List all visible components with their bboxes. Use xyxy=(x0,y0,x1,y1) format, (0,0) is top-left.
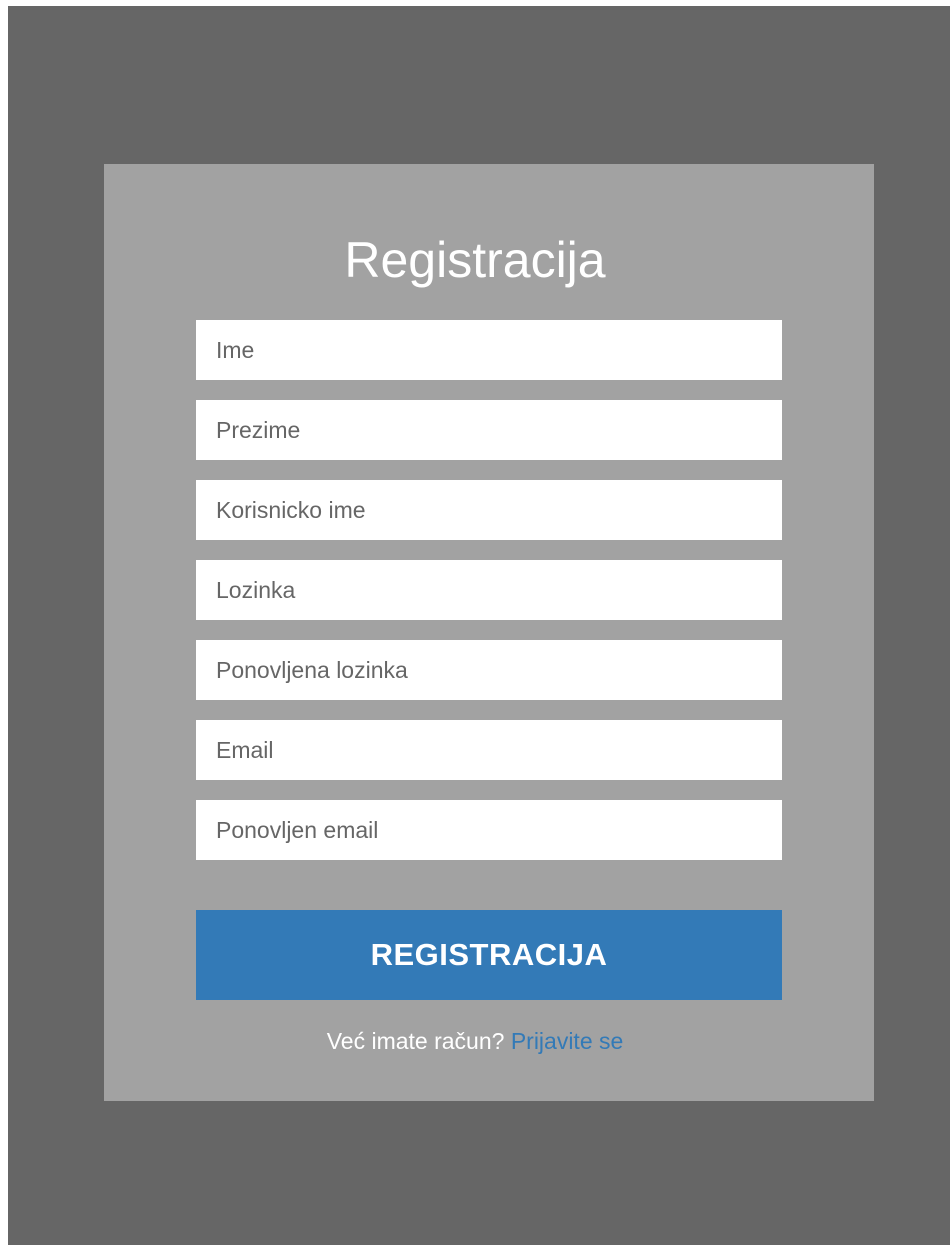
registration-form xyxy=(196,320,782,880)
register-button[interactable]: REGISTRACIJA xyxy=(196,910,782,1000)
login-prompt: Već imate račun? Prijavite se xyxy=(0,1026,950,1056)
login-prompt-text: Već imate račun? xyxy=(326,1028,505,1054)
page-title: Registracija xyxy=(344,232,606,288)
last-name-input[interactable] xyxy=(196,400,782,460)
confirm-password-input[interactable] xyxy=(196,640,782,700)
confirm-email-input[interactable] xyxy=(196,800,782,860)
username-input[interactable] xyxy=(196,480,782,540)
login-link[interactable]: Prijavite se xyxy=(511,1028,623,1054)
email-input[interactable] xyxy=(196,720,782,780)
password-input[interactable] xyxy=(196,560,782,620)
first-name-input[interactable] xyxy=(196,320,782,380)
